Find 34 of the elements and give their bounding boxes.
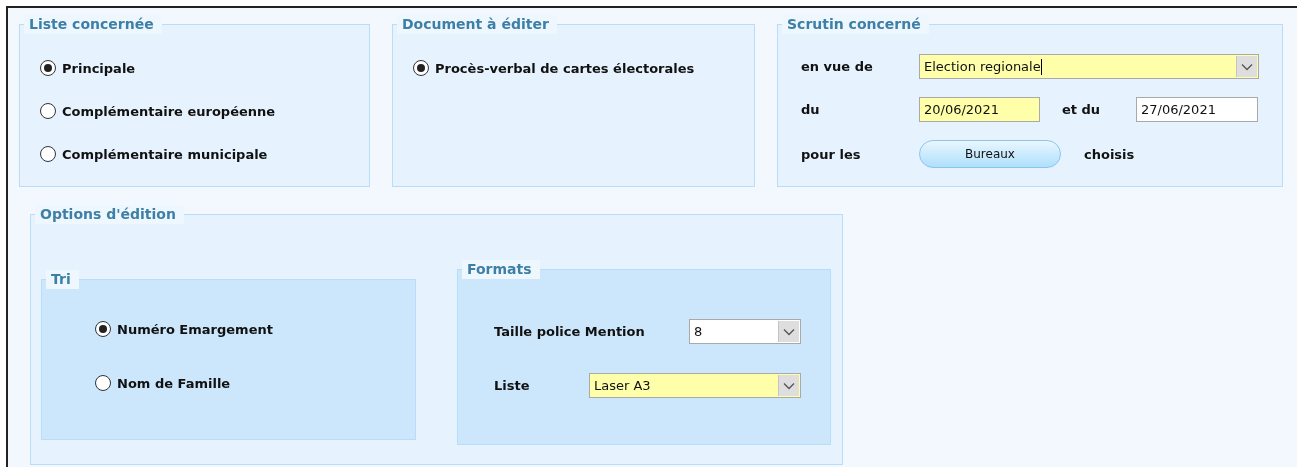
field-label: choisis — [1084, 146, 1135, 162]
field-label: Taille police Mention — [494, 324, 645, 339]
format-dropdown[interactable]: Laser A3 — [589, 373, 801, 398]
field-label: pour les — [801, 146, 862, 162]
group-title: Liste concernée — [24, 15, 162, 34]
chevron-down-icon[interactable] — [778, 375, 799, 396]
group-title: Scrutin concerné — [782, 15, 929, 34]
chevron-down-icon[interactable] — [1236, 56, 1257, 77]
radio-button[interactable] — [40, 146, 56, 162]
radio-button[interactable] — [40, 60, 56, 76]
radio-label: Procès-verbal de cartes électorales — [435, 60, 695, 76]
field-label: Liste — [494, 378, 530, 393]
field-label: du — [801, 102, 821, 117]
radio-button[interactable] — [40, 103, 56, 119]
group-title: Tri — [46, 270, 79, 289]
radio-label: Principale — [62, 60, 136, 76]
group-title: Options d'édition — [35, 205, 184, 224]
date-field[interactable]: 20/06/2021 — [919, 97, 1040, 122]
group-title: Document à éditer — [397, 15, 557, 34]
radio-button[interactable] — [413, 60, 429, 76]
bureaux-button[interactable]: Bureaux — [919, 140, 1061, 168]
chevron-down-icon[interactable] — [778, 321, 799, 342]
radio-button[interactable] — [95, 321, 111, 337]
field-label: en vue de — [801, 59, 874, 74]
radio-label: Complémentaire municipale — [62, 146, 268, 162]
radio-label: Numéro Emargement — [117, 321, 273, 337]
radio-button[interactable] — [95, 375, 111, 391]
field-label: et du — [1062, 102, 1102, 117]
radio-label: Complémentaire européenne — [62, 103, 276, 119]
date-field[interactable]: 27/06/2021 — [1136, 97, 1258, 122]
group-title: Formats — [462, 260, 540, 279]
election-dropdown[interactable]: Election regionale — [919, 54, 1259, 79]
radio-label: Nom de Famille — [117, 375, 231, 391]
format-dropdown[interactable]: 8 — [689, 319, 801, 344]
